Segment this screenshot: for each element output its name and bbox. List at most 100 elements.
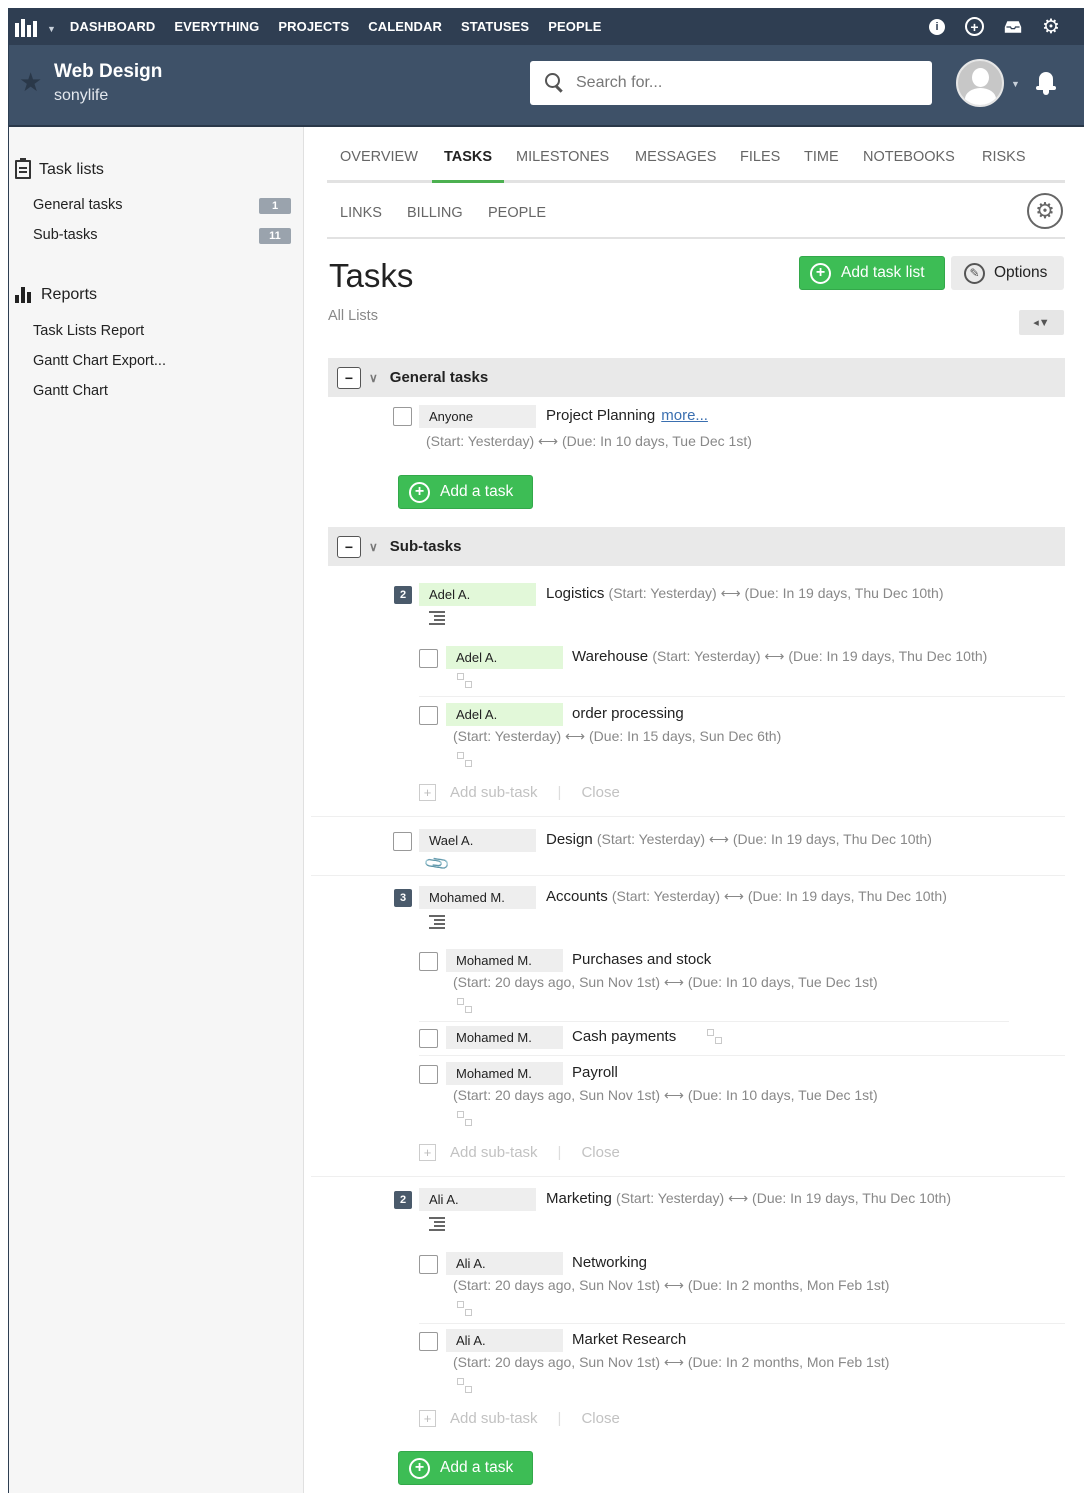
subtask-count-badge[interactable]: 3	[394, 889, 412, 907]
settings-gear-icon[interactable]: ⚙	[1027, 193, 1063, 229]
options-button[interactable]: ✎ Options	[951, 256, 1064, 290]
task-checkbox[interactable]	[419, 1255, 438, 1274]
subtask-count-badge[interactable]: 2	[394, 586, 412, 604]
tab-overview[interactable]: OVERVIEW	[340, 149, 418, 165]
assignee-label[interactable]: Mohamed M.	[446, 949, 563, 972]
add-task-button[interactable]: + Add a task	[398, 1451, 533, 1485]
tab-time[interactable]: TIME	[804, 149, 839, 165]
task-name[interactable]: Market Research	[572, 1331, 686, 1348]
assignee-label[interactable]: Mohamed M.	[446, 1062, 563, 1085]
task-name[interactable]: Logistics (Start: Yesterday) ⟷ (Due: In …	[546, 585, 944, 602]
dependency-icon[interactable]	[457, 1111, 475, 1127]
assignee-label[interactable]: Mohamed M.	[446, 1026, 563, 1049]
task-name[interactable]: Design (Start: Yesterday) ⟷ (Due: In 19 …	[546, 831, 932, 848]
dependency-icon[interactable]	[457, 1378, 475, 1394]
assignee-label[interactable]: Wael A.	[419, 829, 536, 852]
task-list-name[interactable]: General tasks	[390, 369, 488, 386]
add-icon[interactable]: +	[965, 17, 984, 36]
tab-notebooks[interactable]: NOTEBOOKS	[863, 149, 955, 165]
task-name[interactable]: Project Planning more...	[546, 407, 708, 424]
task-checkbox[interactable]	[419, 649, 438, 668]
nav-projects[interactable]: PROJECTS	[278, 19, 349, 34]
task-name[interactable]: Networking	[572, 1254, 647, 1271]
assignee-label[interactable]: Adel A.	[446, 703, 563, 726]
close-link[interactable]: Close	[581, 784, 619, 801]
task-name[interactable]: order processing	[572, 705, 684, 722]
assignee-label[interactable]: Ali A.	[446, 1252, 563, 1275]
add-subtask-link[interactable]: Add sub-task	[450, 1410, 538, 1427]
dependency-icon[interactable]	[707, 1029, 725, 1045]
collapse-button[interactable]: −	[337, 366, 361, 389]
task-checkbox[interactable]	[419, 952, 438, 971]
chevron-down-icon[interactable]: ∨	[369, 371, 378, 385]
sidebar-item-general-tasks[interactable]: General tasks	[33, 197, 122, 213]
assignee-label[interactable]: Adel A.	[446, 646, 563, 669]
gear-icon[interactable]: ⚙	[1042, 16, 1060, 38]
tab-people[interactable]: PEOPLE	[488, 205, 546, 221]
task-name[interactable]: Payroll	[572, 1064, 618, 1081]
avatar[interactable]	[956, 59, 1004, 107]
collapse-button[interactable]: −	[337, 535, 361, 558]
dependency-icon[interactable]	[457, 998, 475, 1014]
tab-milestones[interactable]: MILESTONES	[516, 149, 609, 165]
task-name[interactable]: Purchases and stock	[572, 951, 711, 968]
task-name[interactable]: Accounts (Start: Yesterday) ⟷ (Due: In 1…	[546, 888, 947, 905]
nav-statuses[interactable]: STATUSES	[461, 19, 529, 34]
add-task-list-button[interactable]: + Add task list	[799, 256, 945, 290]
task-name[interactable]: Marketing (Start: Yesterday) ⟷ (Due: In …	[546, 1190, 951, 1207]
tab-risks[interactable]: RISKS	[982, 149, 1026, 165]
nav-everything[interactable]: EVERYTHING	[174, 19, 259, 34]
task-checkbox[interactable]	[393, 832, 412, 851]
assignee-label[interactable]: Adel A.	[419, 583, 536, 606]
sidebar-item-gantt-export[interactable]: Gantt Chart Export...	[33, 353, 166, 369]
sidebar-item-sub-tasks[interactable]: Sub-tasks	[33, 227, 97, 243]
sidebar-item-task-lists-report[interactable]: Task Lists Report	[33, 323, 144, 339]
task-name[interactable]: Cash payments	[572, 1028, 676, 1045]
info-icon[interactable]: i	[929, 18, 945, 35]
subtasks-list-icon[interactable]	[429, 611, 445, 625]
tab-tasks[interactable]: TASKS	[444, 149, 492, 165]
subtask-count-badge[interactable]: 2	[394, 1191, 412, 1209]
nav-dashboard[interactable]: DASHBOARD	[70, 19, 155, 34]
task-checkbox[interactable]	[419, 1332, 438, 1351]
app-logo-icon[interactable]	[15, 17, 45, 37]
close-link[interactable]: Close	[581, 1410, 619, 1427]
chevron-down-icon[interactable]: ▼	[1011, 79, 1020, 89]
add-subtask-link[interactable]: Add sub-task	[450, 784, 538, 801]
task-checkbox[interactable]	[419, 1065, 438, 1084]
dependency-icon[interactable]	[457, 673, 475, 689]
filter-icon[interactable]: ◂▼	[1019, 310, 1064, 335]
dependency-icon[interactable]	[457, 1301, 475, 1317]
assignee-label[interactable]: Ali A.	[419, 1188, 536, 1211]
bell-icon[interactable]	[1035, 69, 1057, 95]
nav-calendar[interactable]: CALENDAR	[368, 19, 442, 34]
tab-billing[interactable]: BILLING	[407, 205, 463, 221]
more-link[interactable]: more...	[661, 407, 708, 424]
tab-messages[interactable]: MESSAGES	[635, 149, 716, 165]
close-link[interactable]: Close	[581, 1144, 619, 1161]
chevron-down-icon[interactable]: ▼	[47, 24, 56, 34]
inbox-icon[interactable]	[1004, 18, 1022, 36]
subtasks-list-icon[interactable]	[429, 915, 445, 929]
tab-files[interactable]: FILES	[740, 149, 780, 165]
sidebar-item-gantt-chart[interactable]: Gantt Chart	[33, 383, 108, 399]
add-task-button[interactable]: + Add a task	[398, 475, 533, 509]
tab-links[interactable]: LINKS	[340, 205, 382, 221]
subtasks-list-icon[interactable]	[429, 1217, 445, 1231]
task-list-name[interactable]: Sub-tasks	[390, 538, 462, 555]
search-input[interactable]	[576, 74, 906, 92]
assignee-label[interactable]: Anyone	[419, 405, 536, 428]
nav-people[interactable]: PEOPLE	[548, 19, 601, 34]
task-checkbox[interactable]	[393, 407, 412, 426]
assignee-label[interactable]: Ali A.	[446, 1329, 563, 1352]
task-name[interactable]: Warehouse (Start: Yesterday) ⟷ (Due: In …	[572, 648, 987, 665]
task-list-header-sub-tasks[interactable]: − ∨ Sub-tasks	[328, 527, 1065, 566]
star-icon[interactable]: ★	[19, 67, 42, 98]
chevron-down-icon[interactable]: ∨	[369, 540, 378, 554]
task-checkbox[interactable]	[419, 1029, 438, 1048]
task-checkbox[interactable]	[419, 706, 438, 725]
add-subtask-link[interactable]: Add sub-task	[450, 1144, 538, 1161]
project-title[interactable]: Web Design	[54, 61, 162, 83]
task-list-header-general[interactable]: − ∨ General tasks	[328, 358, 1065, 397]
dependency-icon[interactable]	[457, 752, 475, 768]
